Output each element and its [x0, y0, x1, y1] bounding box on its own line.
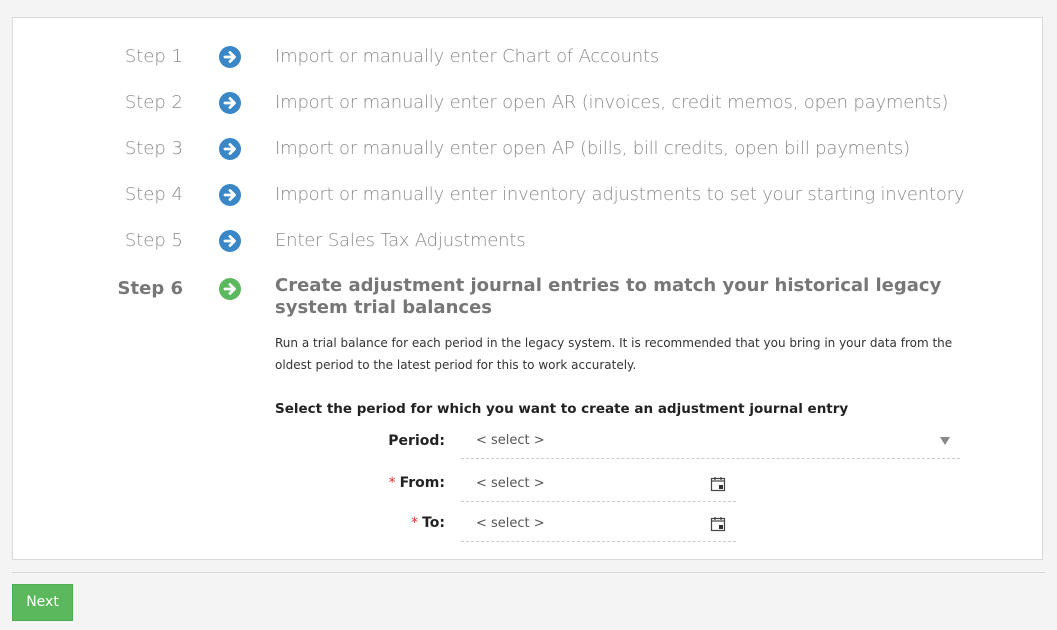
active-step-title: Create adjustment journal entries to mat… [275, 275, 942, 318]
step-label: Step 6 [117, 278, 183, 299]
step-link[interactable]: Enter Sales Tax Adjustments [275, 226, 526, 256]
step-description: Run a trial balance for each period in t… [275, 336, 953, 372]
step-row[interactable]: Step 4 Import or manually enter inventory… [13, 180, 1042, 210]
period-value: < select > [476, 433, 545, 448]
arrow-circle-right-icon[interactable] [219, 138, 241, 160]
step-row[interactable]: Step 2 Import or manually enter open AR (… [13, 88, 1042, 118]
arrow-circle-right-icon[interactable] [219, 46, 241, 68]
calendar-icon[interactable] [710, 476, 726, 492]
step-link[interactable]: Import or manually enter inventory adjus… [275, 180, 965, 210]
next-button[interactable]: Next [12, 584, 73, 621]
chevron-down-icon[interactable] [940, 437, 950, 445]
step-label: Step 4 [124, 184, 183, 205]
calendar-icon[interactable] [710, 516, 726, 532]
step-label: Step 1 [124, 46, 183, 67]
step-row[interactable]: Step 1 Import or manually enter Chart of … [13, 42, 1042, 72]
arrow-circle-right-icon[interactable] [219, 184, 241, 206]
step-label: Step 5 [124, 230, 183, 251]
arrow-circle-right-icon [219, 278, 241, 300]
period-dropdown[interactable]: < select > [461, 425, 960, 459]
arrow-circle-right-icon[interactable] [219, 230, 241, 252]
step-row[interactable]: Step 5 Enter Sales Tax Adjustments [13, 226, 1042, 256]
to-date-input[interactable]: < select > [461, 508, 736, 542]
wizard-card: Step 1 Import or manually enter Chart of … [12, 17, 1043, 560]
form-heading: Select the period for which you want to … [275, 401, 849, 417]
arrow-circle-right-icon[interactable] [219, 92, 241, 114]
from-date-input[interactable]: < select > [461, 468, 736, 502]
divider [12, 572, 1045, 573]
to-label: * To: [411, 515, 445, 531]
step-link[interactable]: Import or manually enter open AP (bills,… [275, 134, 910, 164]
step-link[interactable]: Import or manually enter Chart of Accoun… [275, 42, 659, 72]
step-link[interactable]: Import or manually enter open AR (invoic… [275, 88, 948, 118]
from-label: * From: [388, 475, 445, 491]
from-value: < select > [476, 476, 545, 491]
to-value: < select > [476, 516, 545, 531]
step-label: Step 3 [124, 138, 183, 159]
step-label: Step 2 [124, 92, 183, 113]
period-label: Period: [388, 433, 445, 449]
step-row[interactable]: Step 3 Import or manually enter open AP (… [13, 134, 1042, 164]
